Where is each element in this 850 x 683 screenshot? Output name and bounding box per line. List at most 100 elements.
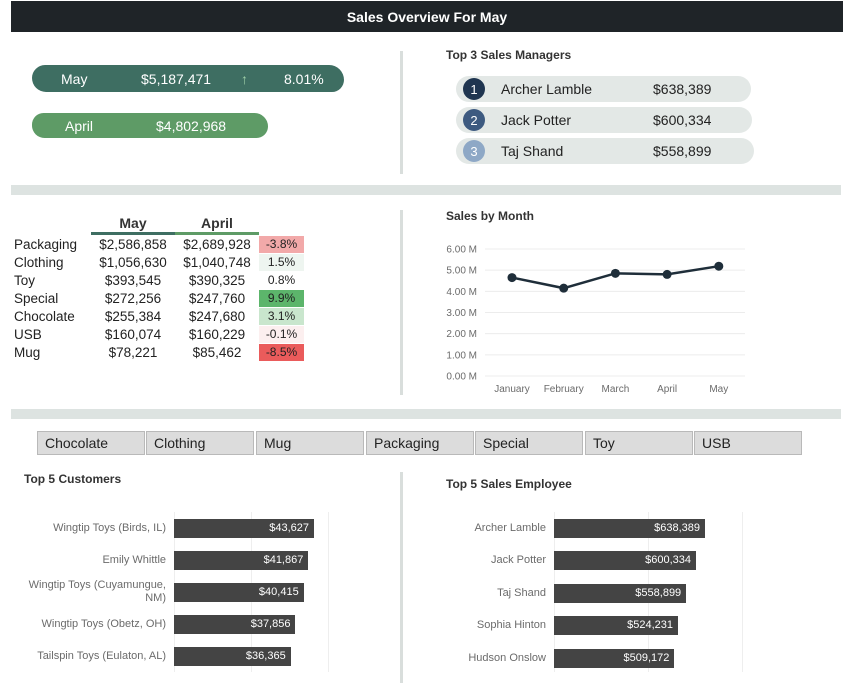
kpi-april-pill: April $4,802,968	[32, 113, 268, 138]
change-percent-cell: -8.5%	[259, 344, 304, 361]
filter-button-mug[interactable]: Mug	[256, 431, 364, 455]
change-percent-cell: 0.8%	[259, 272, 304, 289]
bar[interactable]: $524,231	[554, 615, 678, 635]
category-name: Clothing	[14, 255, 64, 270]
y-tick-label: 4.00 M	[446, 287, 477, 298]
manager-value: $600,334	[653, 112, 712, 128]
filter-button-toy[interactable]: Toy	[585, 431, 693, 455]
april-header-underline	[175, 232, 259, 235]
category-label: Wingtip Toys (Birds, IL)	[53, 521, 166, 534]
bar[interactable]: $43,627	[174, 518, 314, 538]
page-title: Sales Overview For May	[346, 8, 508, 25]
employees-chart-title: Top 5 Sales Employee	[446, 477, 572, 491]
category-label: Taj Shand	[497, 586, 546, 599]
bar[interactable]: $36,365	[174, 646, 291, 666]
bar[interactable]: $37,856	[174, 614, 296, 634]
change-percent-cell: -0.1%	[259, 326, 304, 343]
column-header-april: April	[201, 215, 233, 231]
category-name: Mug	[14, 345, 41, 360]
april-value: $2,689,928	[183, 237, 251, 252]
kpi-april-value: $4,802,968	[156, 117, 227, 134]
kpi-may-change: 8.01%	[284, 70, 324, 87]
kpi-may-value: $5,187,471	[141, 70, 212, 87]
may-header-underline	[91, 232, 175, 235]
rank-badge: 1	[463, 78, 485, 100]
vertical-divider	[400, 51, 403, 174]
category-name: Toy	[14, 273, 36, 288]
vertical-divider	[400, 472, 403, 683]
rank-badge: 3	[463, 140, 485, 162]
kpi-april-label: April	[65, 117, 94, 134]
manager-value: $638,389	[653, 81, 712, 97]
category-label: Jack Potter	[490, 553, 546, 566]
change-percent-cell: 1.5%	[259, 254, 304, 271]
change-percent-cell: 3.1%	[259, 308, 304, 325]
kpi-may-label: May	[61, 70, 88, 87]
april-value: $85,462	[192, 345, 242, 360]
april-value: $390,325	[188, 273, 246, 288]
x-tick-label: February	[544, 384, 584, 395]
manager-name: Archer Lamble	[501, 81, 593, 97]
bar[interactable]: $509,172	[554, 648, 675, 668]
sales-by-month-line-chart: 0.00 M 1.00 M 2.00 M 3.00 M 4.00 M 5.00 M 6.00…	[446, 245, 745, 395]
dashboard-title-bar: Sales Overview For May	[11, 1, 843, 32]
up-arrow-icon: ↑	[241, 70, 248, 87]
category-label: Emily Whittle	[102, 553, 166, 566]
category-name: Packaging	[14, 237, 78, 252]
may-value: $255,384	[104, 309, 162, 324]
x-tick-label: March	[602, 384, 630, 395]
y-tick-label: 6.00 M	[446, 245, 477, 256]
filter-button-usb[interactable]: USB	[694, 431, 802, 455]
column-header-may: May	[119, 215, 147, 231]
may-value: $2,586,858	[99, 237, 167, 252]
filter-button-special[interactable]: Special	[475, 431, 583, 455]
manager-row: 1 Archer Lamble $638,389	[456, 76, 751, 102]
bar[interactable]: $558,899	[554, 583, 687, 603]
data-point[interactable]	[559, 283, 569, 293]
change-percent-cell: -3.8%	[259, 236, 304, 253]
category-label: Hudson Onslow	[468, 651, 546, 664]
category-label: Tailspin Toys (Eulaton, AL)	[37, 649, 166, 662]
change-percent-cell: 9.9%	[259, 290, 304, 307]
april-value: $247,680	[188, 309, 246, 324]
manager-name: Jack Potter	[501, 112, 572, 128]
x-tick-label: May	[709, 384, 728, 395]
bar[interactable]: $41,867	[174, 550, 309, 570]
data-point[interactable]	[662, 269, 672, 279]
bar[interactable]: $40,415	[174, 582, 304, 602]
may-value: $393,545	[104, 273, 162, 288]
category-name: Special	[14, 291, 59, 306]
gridline	[742, 512, 743, 672]
category-label: Wingtip Toys (Cuyamungue, NM)	[28, 579, 166, 604]
manager-row: 3 Taj Shand $558,899	[456, 138, 754, 164]
manager-name: Taj Shand	[501, 143, 564, 159]
category-name: Chocolate	[14, 309, 75, 324]
section-divider	[11, 185, 841, 195]
data-point[interactable]	[714, 261, 724, 271]
category-label: Sophia Hinton	[476, 618, 546, 631]
x-tick-label: January	[494, 384, 530, 395]
may-value: $160,074	[104, 327, 162, 342]
bar[interactable]: $638,389	[554, 518, 705, 538]
category-label: Archer Lamble	[474, 521, 546, 534]
y-tick-label: 0.00 M	[446, 372, 477, 383]
manager-row: 2 Jack Potter $600,334	[456, 107, 752, 133]
april-value: $1,040,748	[183, 255, 251, 270]
line-chart-title: Sales by Month	[446, 209, 535, 223]
data-point[interactable]	[507, 273, 517, 283]
kpi-may-pill: May $5,187,471 ↑ 8.01%	[32, 65, 344, 92]
may-value: $78,221	[108, 345, 158, 360]
y-tick-label: 5.00 M	[446, 266, 477, 277]
filter-button-chocolate[interactable]: Chocolate	[37, 431, 145, 455]
manager-value: $558,899	[653, 143, 712, 159]
vertical-divider	[400, 210, 403, 395]
gridline	[328, 512, 329, 672]
filter-button-clothing[interactable]: Clothing	[146, 431, 254, 455]
y-tick-label: 3.00 M	[446, 308, 477, 319]
managers-title: Top 3 Sales Managers	[446, 48, 572, 62]
y-tick-label: 2.00 M	[446, 329, 477, 340]
filter-button-packaging[interactable]: Packaging	[366, 431, 474, 455]
bar[interactable]: $600,334	[554, 550, 696, 570]
data-point[interactable]	[610, 268, 620, 278]
category-name: USB	[14, 327, 42, 342]
